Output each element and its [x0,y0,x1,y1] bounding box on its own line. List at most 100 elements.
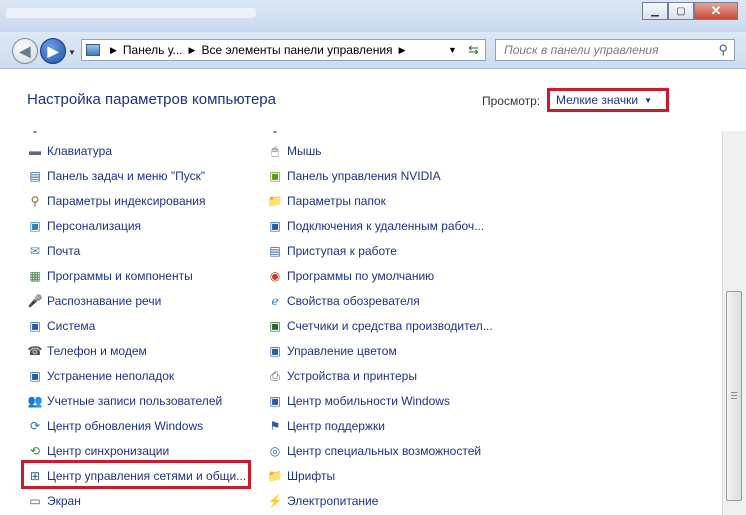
list-item-label: Шрифты [287,469,336,483]
minimize-button[interactable]: ▁ [642,2,668,20]
list-item[interactable]: 🖱 Мышь [267,141,322,161]
list-item[interactable]: ▪ [27,131,47,141]
list-item-label: Программы по умолчанию [287,269,435,283]
window-controls: ▁ ▢ ✕ [642,2,738,20]
maximize-button[interactable]: ▢ [668,2,694,20]
action-center-flag-icon: ⚑ [269,419,281,433]
list-item[interactable]: ☎ Телефон и модем [27,341,147,361]
list-item[interactable]: ⚑ Центр поддержки [267,416,385,436]
view-mode-dropdown[interactable]: Мелкие значки ▼ [547,88,669,112]
list-item-label: Панель управления NVIDIA [287,169,441,183]
phone-modem-icon: ☎ [27,344,43,358]
partial-item-icon: ▪ [272,131,278,138]
vertical-scrollbar[interactable] [722,131,746,515]
breadcrumb-chevron-icon[interactable]: ▶ [399,45,406,56]
troubleshooting-icon: ▣ [29,369,41,383]
scrollbar-thumb[interactable] [726,291,742,501]
breadcrumb-control-panel[interactable]: Панель у... [123,43,183,57]
address-dropdown-icon[interactable]: ▼ [448,45,457,55]
list-item[interactable]: ℯ Свойства обозревателя [267,291,420,311]
list-item-label: Почта [47,244,81,258]
list-item[interactable]: ▣ Панель управления NVIDIA [267,166,441,186]
list-item-label: Программы и компоненты [47,269,193,283]
list-item-label: Подключения к удаленным рабоч... [287,219,485,233]
view-label: Просмотр: [482,94,541,108]
breadcrumb-chevron-icon[interactable]: ▶ [110,45,117,56]
list-item-label: Приступая к работе [287,244,397,258]
list-item[interactable]: 📁 Параметры папок [267,191,386,211]
partial-item-icon: ▪ [32,131,38,138]
internet-options-icon: ℯ [271,294,279,308]
list-item[interactable]: ▣ Устранение неполадок [27,366,174,386]
list-item-label: Свойства обозревателя [287,294,420,308]
list-item[interactable]: ▣ Управление цветом [267,341,397,361]
taskbar-icon: ▤ [29,169,41,183]
list-item[interactable]: ▣ Персонализация [27,216,141,236]
breadcrumb-all-items[interactable]: Все элементы панели управления [201,43,392,57]
list-item-label: Устройства и принтеры [287,369,417,383]
page-title: Настройка параметров компьютера [27,91,276,108]
search-icon[interactable]: ⚲ [718,42,728,58]
list-item[interactable]: ▤ Приступая к работе [267,241,397,261]
list-item-label: Система [47,319,96,333]
list-item[interactable]: 🎤 Распознавание речи [27,291,162,311]
list-item-label: Параметры папок [287,194,386,208]
list-item[interactable]: ⚲ Параметры индексирования [27,191,206,211]
list-item[interactable]: 👥 Учетные записи пользователей [27,391,223,411]
list-item-label: Управление цветом [287,344,397,358]
list-item[interactable]: ▣ Счетчики и средства производител... [267,316,493,336]
list-item[interactable]: ⚡ Электропитание [267,491,379,511]
list-item-label: Счетчики и средства производител... [287,319,493,333]
refresh-icon[interactable]: ⇆ [468,42,479,58]
close-button[interactable]: ✕ [694,2,738,20]
address-bar[interactable]: ▶ Панель у... ▶ Все элементы панели упра… [81,39,486,61]
list-item[interactable]: ▦ Программы и компоненты [27,266,193,286]
mouse-icon: 🖱 [271,143,279,158]
list-item[interactable]: ▤ Панель задач и меню "Пуск" [27,166,205,186]
view-mode-value: Мелкие значки [556,93,639,107]
list-item[interactable]: ◉ Программы по умолчанию [267,266,434,286]
list-item[interactable]: ▣ Центр мобильности Windows [267,391,450,411]
list-item-label: Мышь [287,144,322,158]
search-box[interactable]: ⚲ [495,39,735,61]
list-item[interactable]: ▣ Подключения к удаленным рабоч... [267,216,484,236]
list-item-label: Персонализация [47,219,142,233]
sync-center-icon: ⟲ [29,444,41,458]
list-item[interactable]: ✉ Почта [27,241,80,261]
list-item-label: Телефон и модем [47,344,147,358]
color-management-icon: ▣ [269,344,281,358]
list-item-label: Клавиатура [47,144,112,158]
network-center-highlight [21,460,251,489]
scrollbar-grip [731,392,737,393]
search-input[interactable] [504,43,704,57]
list-item[interactable]: ⟲ Центр синхронизации [27,441,169,461]
windows-update-icon: ⟳ [29,419,41,433]
getting-started-icon: ▤ [269,244,281,258]
list-item-label: Экран [47,494,81,508]
list-item[interactable]: ◎ Центр специальных возможностей [267,441,481,461]
page-header: Настройка параметров компьютера Просмотр… [0,69,746,131]
printer-icon: ⎙ [270,368,280,383]
list-item[interactable]: ▪ [267,131,287,141]
list-item-label: Панель задач и меню "Пуск" [47,169,206,183]
control-panel-icon [86,44,100,56]
list-item-label: Центр поддержки [287,419,385,433]
scrollbar-grip [731,395,737,396]
navigation-bar: ◀ ▶ ▼ ▶ Панель у... ▶ Все элементы панел… [0,32,746,69]
breadcrumb-chevron-icon[interactable]: ▶ [189,45,196,56]
list-item[interactable]: 📁 Шрифты [267,466,336,486]
forward-arrow-icon[interactable]: ▶ [40,38,66,64]
list-item[interactable]: ▣ Система [27,316,95,336]
list-item[interactable]: ⟳ Центр обновления Windows [27,416,203,436]
back-arrow-icon[interactable]: ◀ [12,38,38,64]
window-titlebar: ▁ ▢ ✕ [0,0,746,32]
list-item[interactable]: ▭ Экран [27,491,81,511]
user-accounts-icon: 👥 [27,394,43,408]
titlebar-blur [6,8,256,18]
performance-icon: ▣ [269,319,281,333]
list-item[interactable]: ⎙ Устройства и принтеры [267,366,417,386]
power-options-icon: ⚡ [267,494,283,508]
recent-pages-dropdown-icon[interactable]: ▼ [68,48,76,57]
nvidia-icon: ▣ [269,169,281,183]
list-item[interactable]: ▬ Клавиатура [27,141,112,161]
